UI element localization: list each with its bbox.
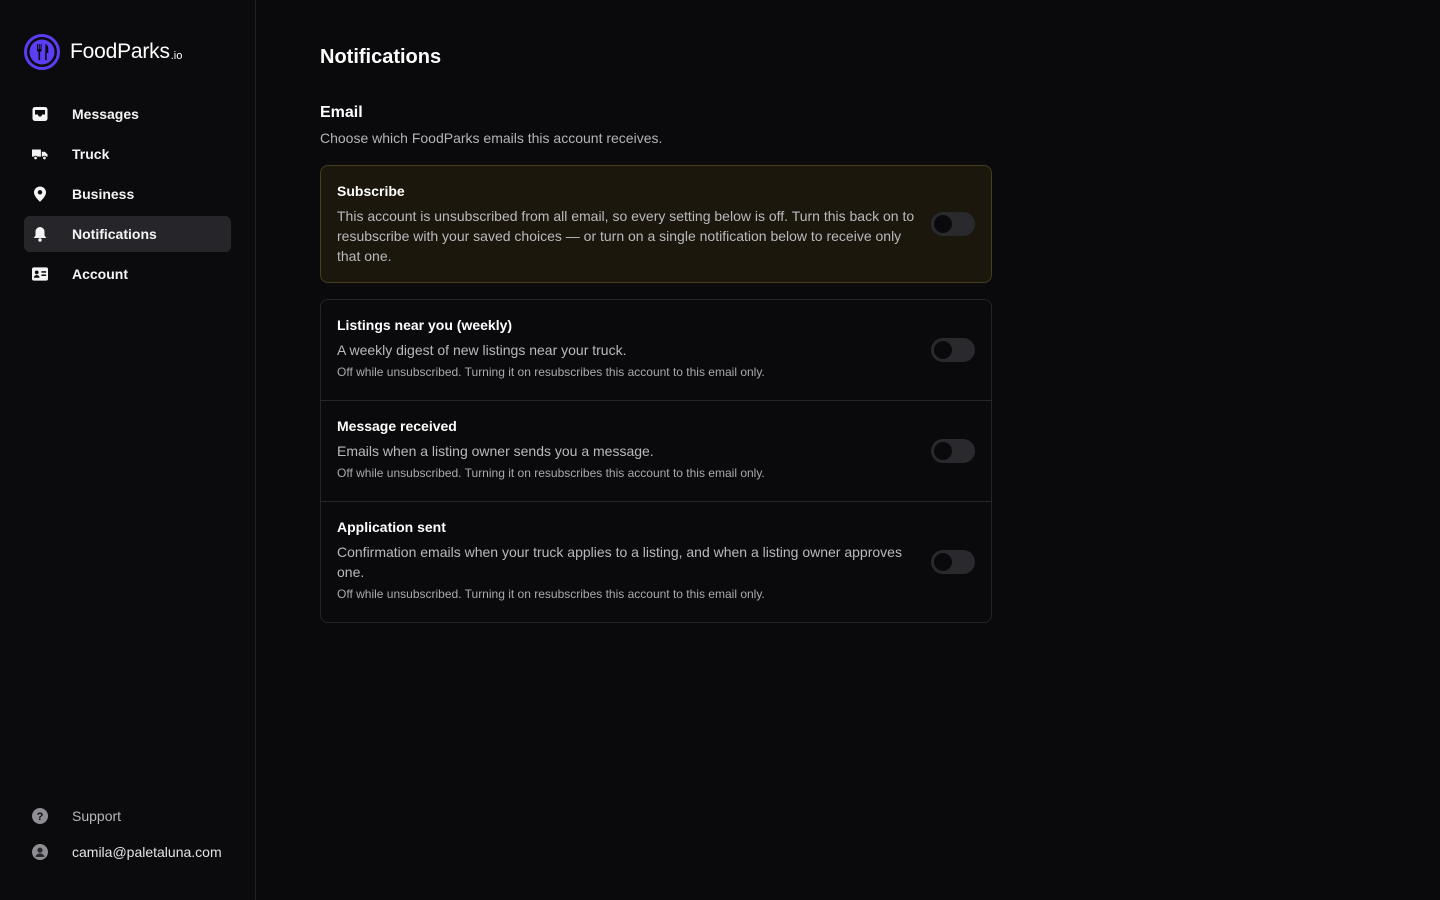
support-label: Support bbox=[72, 808, 122, 824]
setting-title: Application sent bbox=[337, 519, 446, 535]
inbox-icon bbox=[32, 106, 48, 122]
bell-icon bbox=[32, 226, 48, 242]
setting-application-sent: Application sent Confirmation emails whe… bbox=[321, 502, 991, 622]
sidebar-item-label: Business bbox=[72, 186, 135, 202]
setting-description: A weekly digest of new listings near you… bbox=[337, 342, 627, 358]
brand-suffix: .io bbox=[170, 50, 183, 62]
user-email: camila@paletaluna.com bbox=[72, 844, 222, 860]
setting-note: Off while unsubscribed. Turning it on re… bbox=[337, 365, 765, 379]
toggle-knob bbox=[934, 341, 952, 359]
sidebar-item-label: Account bbox=[72, 266, 128, 282]
subscribe-toggle[interactable] bbox=[931, 212, 975, 236]
id-card-icon bbox=[32, 266, 48, 282]
message-received-toggle[interactable] bbox=[931, 439, 975, 463]
sidebar-item-notifications[interactable]: Notifications bbox=[24, 216, 231, 252]
setting-note: Off while unsubscribed. Turning it on re… bbox=[337, 587, 765, 601]
sidebar-item-account[interactable]: Account bbox=[24, 256, 231, 292]
subscribe-description: This account is unsubscribed from all em… bbox=[337, 208, 915, 264]
setting-description: Confirmation emails when your truck appl… bbox=[337, 544, 902, 580]
support-link[interactable]: ? Support bbox=[24, 798, 231, 834]
brand-logo[interactable]: FoodParks .io bbox=[24, 34, 182, 70]
sidebar-footer: ? Support camila@paletaluna.com bbox=[24, 798, 231, 870]
email-settings-list: Listings near you (weekly) A weekly dige… bbox=[320, 299, 992, 623]
sidebar-item-messages[interactable]: Messages bbox=[24, 96, 231, 132]
subscribe-title: Subscribe bbox=[337, 183, 405, 199]
application-sent-toggle[interactable] bbox=[931, 550, 975, 574]
sidebar-item-label: Truck bbox=[72, 146, 110, 162]
toggle-knob bbox=[934, 215, 952, 233]
setting-description: Emails when a listing owner sends you a … bbox=[337, 443, 654, 459]
svg-text:?: ? bbox=[37, 811, 44, 823]
listings-near-you-toggle[interactable] bbox=[931, 338, 975, 362]
sidebar-nav: Messages Truck Business Notifications Ac… bbox=[24, 96, 231, 296]
sidebar-item-business[interactable]: Business bbox=[24, 176, 231, 212]
map-pin-icon bbox=[32, 186, 48, 202]
setting-note: Off while unsubscribed. Turning it on re… bbox=[337, 466, 765, 480]
brand-name: FoodParks bbox=[70, 40, 170, 63]
setting-title: Listings near you (weekly) bbox=[337, 317, 513, 333]
subscribe-card: Subscribe This account is unsubscribed f… bbox=[320, 165, 992, 283]
setting-message-received: Message received Emails when a listing o… bbox=[321, 401, 991, 502]
toggle-knob bbox=[934, 442, 952, 460]
help-circle-icon: ? bbox=[32, 808, 48, 824]
avatar-icon bbox=[32, 844, 48, 860]
fork-knife-logo-icon bbox=[24, 34, 60, 70]
setting-title: Message received bbox=[337, 418, 457, 434]
truck-icon bbox=[32, 146, 48, 162]
user-menu[interactable]: camila@paletaluna.com bbox=[24, 834, 231, 870]
section-description: Choose which FoodParks emails this accou… bbox=[320, 130, 663, 146]
sidebar-item-label: Messages bbox=[72, 106, 139, 122]
sidebar: FoodParks .io Messages Truck Business Not… bbox=[0, 0, 256, 900]
sidebar-item-truck[interactable]: Truck bbox=[24, 136, 231, 172]
main-content: Notifications Email Choose which FoodPar… bbox=[320, 46, 992, 623]
sidebar-item-label: Notifications bbox=[72, 226, 157, 242]
setting-listings-near-you: Listings near you (weekly) A weekly dige… bbox=[321, 300, 991, 401]
toggle-knob bbox=[934, 553, 952, 571]
page-title: Notifications bbox=[320, 46, 442, 68]
section-title: Email bbox=[320, 104, 363, 121]
